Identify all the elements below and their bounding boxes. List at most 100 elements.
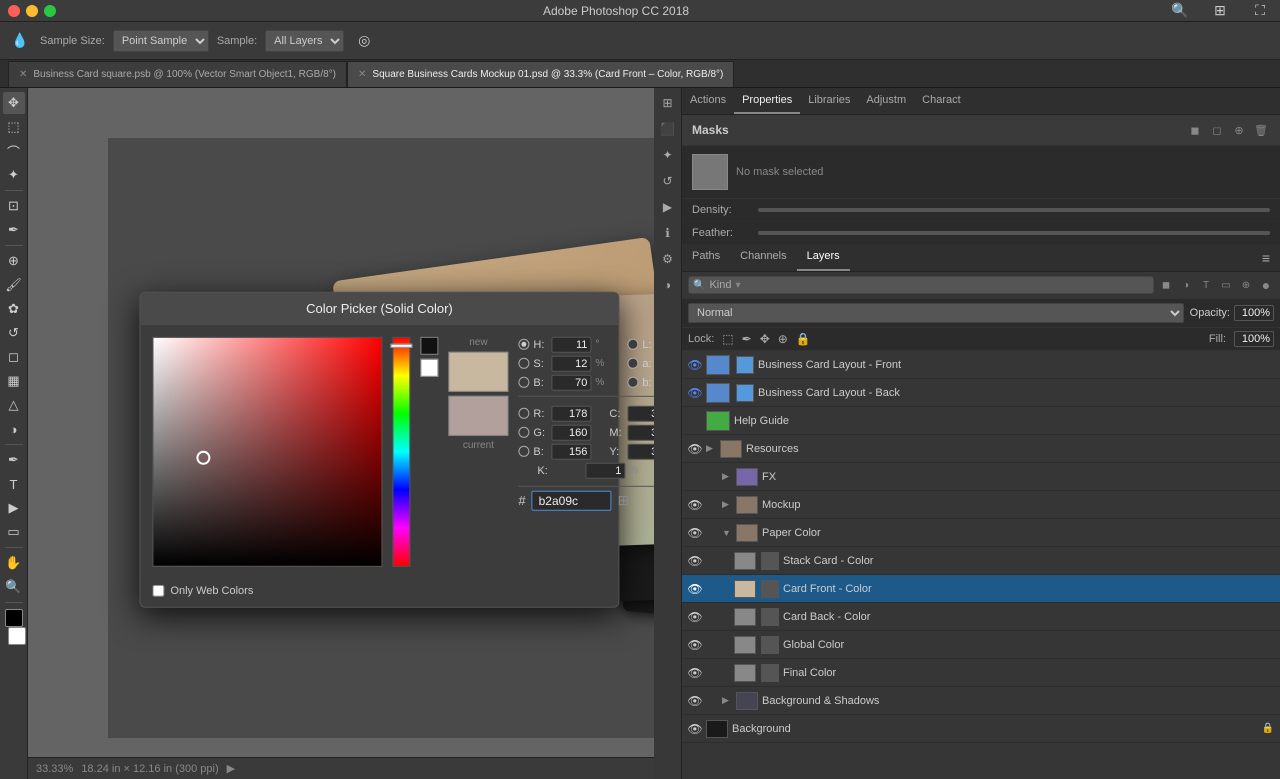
marquee-tool[interactable]: ⬚	[3, 116, 25, 138]
masks-delete-icon[interactable]: 🗑	[1252, 121, 1270, 139]
layer-bg-shadows[interactable]: 👁 ▶ Background & Shadows	[682, 687, 1280, 715]
tab-0[interactable]: ✕ Business Card square.psb @ 100% (Vecto…	[8, 61, 347, 87]
layer-bcl-back[interactable]: 👁 Business Card Layout - Back	[682, 379, 1280, 407]
layer-final-color[interactable]: 👁 Final Color	[682, 659, 1280, 687]
cp-b3-radio[interactable]	[627, 377, 638, 388]
cp-a-radio[interactable]	[627, 358, 638, 369]
masks-pixel-icon[interactable]: ◼	[1186, 121, 1204, 139]
layers-options[interactable]: ≡	[1252, 245, 1280, 271]
layer-background[interactable]: 👁 Background 🔒	[682, 715, 1280, 743]
layers-tab[interactable]: Layers	[797, 245, 850, 271]
panel-tab-properties[interactable]: Properties	[734, 88, 800, 114]
lock-position-icon[interactable]: ⊕	[778, 332, 788, 346]
panel-icon-style[interactable]: ✦	[657, 144, 679, 166]
folder-arrow-fx[interactable]: ▶	[722, 471, 732, 482]
eyedropper-icon[interactable]: 💧	[8, 29, 32, 53]
layer-vis-global-color[interactable]: 👁	[688, 638, 702, 652]
folder-arrow-mockup[interactable]: ▶	[722, 499, 732, 510]
panel-tab-character[interactable]: Charact	[914, 88, 969, 114]
folder-arrow-paper-color[interactable]: ▼	[722, 528, 732, 538]
eyedropper-tool[interactable]: ✒	[3, 219, 25, 241]
filter-smart-icon[interactable]: ⊕	[1238, 277, 1254, 293]
ring-icon[interactable]: ◎	[352, 29, 376, 53]
layer-stack-card[interactable]: 👁 Stack Card - Color	[682, 547, 1280, 575]
layer-vis-resources[interactable]: 👁	[688, 442, 702, 456]
channels-tab[interactable]: Channels	[730, 245, 796, 271]
panel-icon-props[interactable]: ⚙	[657, 248, 679, 270]
maximize-button[interactable]	[44, 5, 56, 17]
layer-vis-background[interactable]: 👁	[688, 722, 702, 736]
cp-l-radio[interactable]	[627, 339, 638, 350]
cp-h-input[interactable]	[551, 336, 591, 352]
cp-c-input[interactable]	[627, 405, 654, 421]
panel-icon-actions[interactable]: ▶	[657, 196, 679, 218]
eraser-tool[interactable]: ◻	[3, 346, 25, 368]
gradient-tool[interactable]: ▦	[3, 370, 25, 392]
layer-mockup[interactable]: 👁 ▶ Mockup	[682, 491, 1280, 519]
pen-tool[interactable]: ✒	[3, 449, 25, 471]
hue-slider[interactable]	[392, 336, 410, 566]
layer-fx[interactable]: 👁 ▶ FX	[682, 463, 1280, 491]
layer-vis-final-color[interactable]: 👁	[688, 666, 702, 680]
type-tool[interactable]: T	[3, 473, 25, 495]
cp-r-radio[interactable]	[518, 408, 529, 419]
cp-blue-radio[interactable]	[518, 446, 529, 457]
panel-icon-layers[interactable]: ⊞	[657, 92, 679, 114]
tab-1[interactable]: ✕ Square Business Cards Mockup 01.psd @ …	[347, 61, 734, 87]
background-color[interactable]	[8, 627, 26, 645]
panel-tab-libraries[interactable]: Libraries	[800, 88, 858, 114]
more-info-icon[interactable]: ▶	[227, 762, 235, 775]
cp-extra-swatch-2[interactable]	[420, 358, 438, 376]
filter-clear-icon[interactable]: ●	[1258, 277, 1274, 293]
close-button[interactable]	[8, 5, 20, 17]
cp-r-input[interactable]	[551, 405, 591, 421]
lock-all-icon[interactable]: 🔒	[796, 332, 811, 346]
layer-vis-fx[interactable]: 👁	[688, 470, 702, 484]
sample-select[interactable]: All Layers	[265, 30, 344, 52]
cp-web-colors-checkbox[interactable]	[152, 584, 164, 596]
layer-vis-card-back[interactable]: 👁	[688, 610, 702, 624]
masks-filter-icon[interactable]: ⊕	[1230, 121, 1248, 139]
spot-heal-tool[interactable]: ⊕	[3, 250, 25, 272]
layer-bcl-front[interactable]: 👁 Business Card Layout - Front	[682, 351, 1280, 379]
folder-arrow-resources[interactable]: ▶	[706, 443, 716, 454]
hand-tool[interactable]: ✋	[3, 552, 25, 574]
cp-h-radio[interactable]	[518, 339, 529, 350]
cp-k-input[interactable]	[585, 462, 625, 478]
kind-dropdown[interactable]: ▾	[735, 280, 740, 291]
layer-vis-mockup[interactable]: 👁	[688, 498, 702, 512]
clone-tool[interactable]: ✿	[3, 298, 25, 320]
tab-close-1[interactable]: ✕	[358, 69, 366, 80]
cp-hex-input[interactable]	[532, 490, 612, 510]
minimize-button[interactable]	[26, 5, 38, 17]
masks-vector-icon[interactable]: ◻	[1208, 121, 1226, 139]
folder-arrow-bg-shadows[interactable]: ▶	[722, 695, 732, 706]
filter-text-icon[interactable]: T	[1198, 277, 1214, 293]
layer-vis-help-guide[interactable]: 👁	[688, 414, 702, 428]
foreground-color[interactable]	[5, 609, 23, 627]
blend-mode-select[interactable]: Normal	[688, 303, 1184, 323]
layer-vis-bg-shadows[interactable]: 👁	[688, 694, 702, 708]
zoom-tool[interactable]: 🔍	[3, 576, 25, 598]
panel-icon-color[interactable]: ⬛	[657, 118, 679, 140]
magic-wand-tool[interactable]: ✦	[3, 164, 25, 186]
tab-close-0[interactable]: ✕	[19, 69, 27, 80]
path-select-tool[interactable]: ▶	[3, 497, 25, 519]
cp-g-radio[interactable]	[518, 427, 529, 438]
sample-size-select[interactable]: Point Sample	[113, 30, 209, 52]
cp-m-input[interactable]	[627, 424, 654, 440]
layer-global-color[interactable]: 👁 Global Color	[682, 631, 1280, 659]
layer-vis-paper-color[interactable]: 👁	[688, 526, 702, 540]
panel-tab-actions[interactable]: Actions	[682, 88, 734, 114]
cp-b-input[interactable]	[551, 374, 591, 390]
lock-transparent-icon[interactable]: ⬚	[722, 332, 733, 346]
cp-extra-swatch-1[interactable]	[420, 336, 438, 354]
cp-blue-input[interactable]	[551, 443, 591, 459]
layer-card-back[interactable]: 👁 Card Back - Color	[682, 603, 1280, 631]
history-brush-tool[interactable]: ↺	[3, 322, 25, 344]
paths-tab[interactable]: Paths	[682, 245, 730, 271]
fullscreen-icon[interactable]: ⛶	[1248, 0, 1272, 23]
lock-art-icon[interactable]: ✥	[760, 332, 770, 346]
panel-tab-adjustments[interactable]: Adjustm	[858, 88, 914, 114]
panel-icon-info[interactable]: ℹ	[657, 222, 679, 244]
